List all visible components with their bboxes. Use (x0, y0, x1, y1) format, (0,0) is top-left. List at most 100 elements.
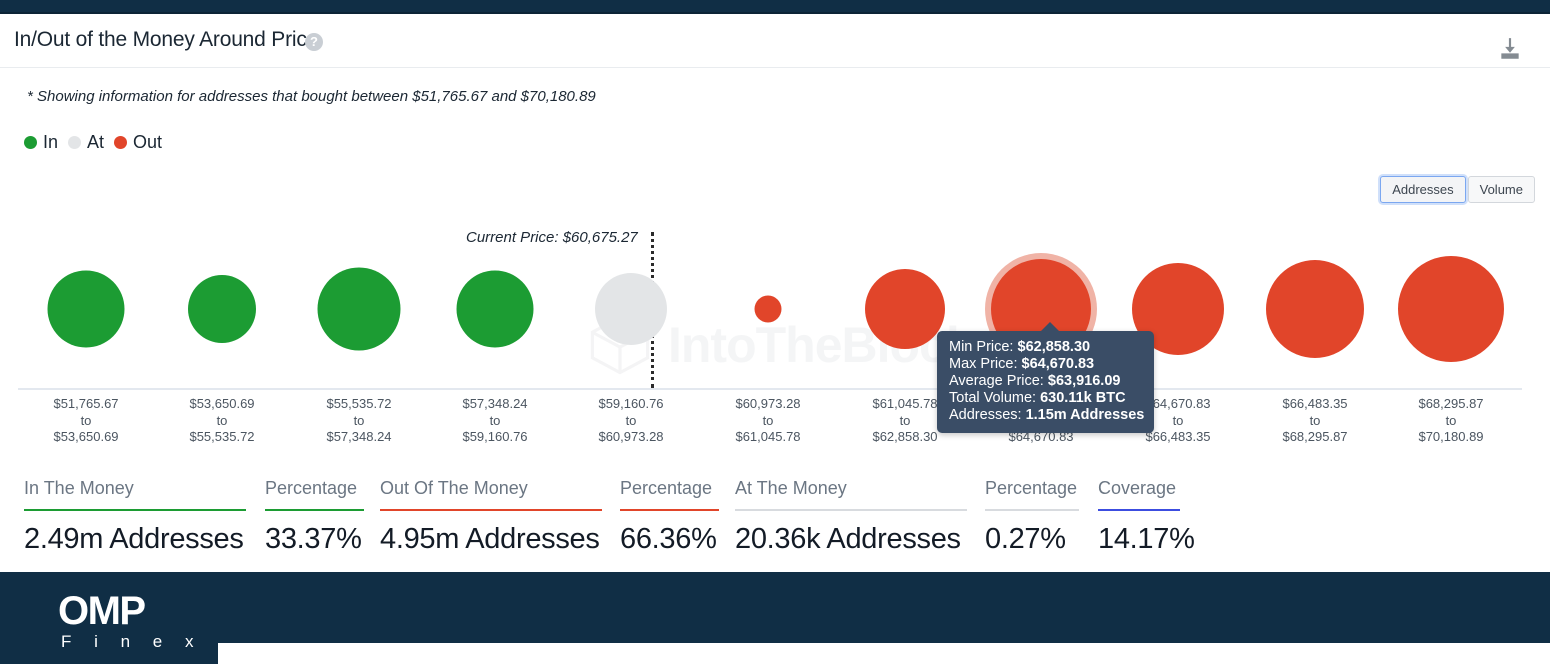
bubble-in-1[interactable] (188, 275, 256, 343)
toggle-volume-button[interactable]: Volume (1467, 176, 1535, 203)
bubble-in-0[interactable] (47, 270, 125, 348)
stat-value-0: 2.49m Addresses (24, 523, 244, 555)
bubble-in-2[interactable] (317, 267, 401, 351)
x-label-to: to (1309, 412, 1321, 428)
x-axis-label-6: $61,045.78 to $62,858.30 (872, 396, 937, 446)
tooltip-label-total-volume: Total Volume: (949, 390, 1037, 406)
x-label-max: $59,160.76 (462, 429, 528, 444)
x-axis-label-1: $53,650.69 to $55,535.72 (189, 396, 254, 446)
top-bar (0, 0, 1550, 14)
tooltip-value-min-price: $62,858.30 (1017, 339, 1091, 355)
x-label-min: $57,348.24 (462, 396, 528, 411)
x-label-min: $68,295.87 (1418, 396, 1484, 411)
x-label-min: $64,670.83 (1145, 396, 1211, 411)
footer-white-panel (218, 643, 1550, 664)
stat-underline-2 (380, 509, 602, 511)
stat-label-3: Percentage (620, 478, 713, 498)
stat-block-4: At The Money 20.36k Addresses (735, 478, 967, 556)
x-label-max: $60,973.28 (598, 429, 664, 444)
tooltip-row-average-price: Average Price: $63,916.09 (949, 373, 1143, 390)
tooltip-label-max-price: Max Price: (949, 356, 1018, 372)
legend-dot-out-icon (114, 136, 128, 149)
chart-baseline (18, 388, 1522, 390)
tooltip-value-addresses: 1.15m Addresses (1025, 407, 1145, 423)
x-label-min: $61,045.78 (872, 396, 938, 411)
question-mark-circle-icon[interactable]: ? (305, 33, 323, 51)
x-label-max: $70,180.89 (1418, 429, 1484, 444)
stat-underline-5 (985, 509, 1079, 511)
x-label-min: $53,650.69 (189, 396, 255, 411)
x-label-to: to (489, 412, 501, 428)
bubble-chart: IntoTheBlock Current Price: $60,675.27 (0, 210, 1550, 390)
legend-label-at: At (87, 132, 105, 152)
bubble-out-9[interactable] (1266, 260, 1364, 358)
x-label-min: $59,160.76 (598, 396, 664, 411)
stat-value-5: 0.27% (985, 523, 1066, 555)
x-axis-label-0: $51,765.67 to $53,650.69 (53, 396, 118, 446)
bubble-at-4[interactable] (595, 273, 667, 345)
x-label-to: to (1445, 412, 1457, 428)
x-label-max: $53,650.69 (53, 429, 119, 444)
x-label-to: to (80, 412, 92, 428)
stat-block-3: Percentage 66.36% (620, 478, 719, 556)
tooltip-arrow (1040, 322, 1060, 332)
x-label-to: to (216, 412, 228, 428)
logo-primary-text: OMP (58, 589, 146, 633)
download-icon[interactable] (1497, 36, 1523, 62)
toggle-addresses-button[interactable]: Addresses (1380, 176, 1466, 203)
stat-underline-0 (24, 509, 246, 511)
stat-block-0: In The Money 2.49m Addresses (24, 478, 246, 556)
info-note: * Showing information for addresses that… (27, 88, 596, 105)
stat-label-5: Percentage (985, 478, 1078, 498)
x-label-min: $51,765.67 (53, 396, 119, 411)
bubble-out-6[interactable] (865, 269, 945, 349)
x-axis-label-2: $55,535.72 to $57,348.24 (326, 396, 391, 446)
x-axis-label-5: $60,973.28 to $61,045.78 (735, 396, 800, 446)
x-label-to: to (899, 412, 911, 428)
stat-label-6: Coverage (1098, 478, 1177, 498)
stat-underline-6 (1098, 509, 1180, 511)
stat-underline-1 (265, 509, 364, 511)
legend-item-out[interactable]: Out (114, 132, 162, 153)
stat-block-1: Percentage 33.37% (265, 478, 364, 556)
x-label-min: $66,483.35 (1282, 396, 1348, 411)
stat-value-1: 33.37% (265, 523, 362, 555)
legend-item-in[interactable]: In (24, 132, 58, 153)
bubble-tooltip: Min Price: $62,858.30 Max Price: $64,670… (937, 322, 1154, 433)
stat-block-6: Coverage 14.17% (1098, 478, 1195, 556)
x-label-max: $57,348.24 (326, 429, 392, 444)
bubble-out-10[interactable] (1398, 256, 1504, 362)
bubble-in-3[interactable] (456, 270, 534, 348)
legend-label-out: Out (133, 132, 163, 152)
card-header: In/Out of the Money Around Price ? (0, 14, 1550, 68)
tooltip-value-total-volume: 630.11k BTC (1040, 390, 1126, 406)
legend-item-at[interactable]: At (68, 132, 104, 153)
metric-toggle-group: Addresses Volume (1380, 176, 1535, 203)
stat-label-2: Out Of The Money (380, 478, 528, 498)
legend-label-in: In (43, 132, 59, 152)
x-axis-label-10: $68,295.87 to $70,180.89 (1418, 396, 1483, 446)
x-label-max: $66,483.35 (1145, 429, 1211, 444)
stat-label-0: In The Money (24, 478, 134, 498)
x-axis-labels: $51,765.67 to $53,650.69 $53,650.69 to $55,53… (0, 396, 1550, 452)
stat-underline-3 (620, 509, 719, 511)
stat-block-2: Out Of The Money 4.95m Addresses (380, 478, 602, 556)
tooltip-value-max-price: $64,670.83 (1021, 356, 1095, 372)
tooltip-row-max-price: Max Price: $64,670.83 (949, 356, 1143, 373)
x-label-to: to (625, 412, 637, 428)
stat-value-4: 20.36k Addresses (735, 523, 961, 555)
stat-value-6: 14.17% (1098, 523, 1195, 555)
logo-secondary-text: F i n e x (61, 632, 203, 651)
chart-legend: In At Out (24, 132, 162, 153)
stat-block-5: Percentage 0.27% (985, 478, 1079, 556)
stat-label-1: Percentage (265, 478, 358, 498)
tooltip-row-min-price: Min Price: $62,858.30 (949, 339, 1143, 356)
x-label-max: $61,045.78 (735, 429, 801, 444)
page-root: In/Out of the Money Around Price ? * Sho… (0, 0, 1550, 664)
tooltip-label-min-price: Min Price: (949, 339, 1014, 355)
omp-finex-logo: OMP F i n e x (58, 591, 202, 652)
stat-label-4: At The Money (735, 478, 847, 498)
stat-value-2: 4.95m Addresses (380, 523, 600, 555)
bubble-out-5[interactable] (754, 295, 782, 323)
x-label-max: $62,858.30 (872, 429, 938, 444)
